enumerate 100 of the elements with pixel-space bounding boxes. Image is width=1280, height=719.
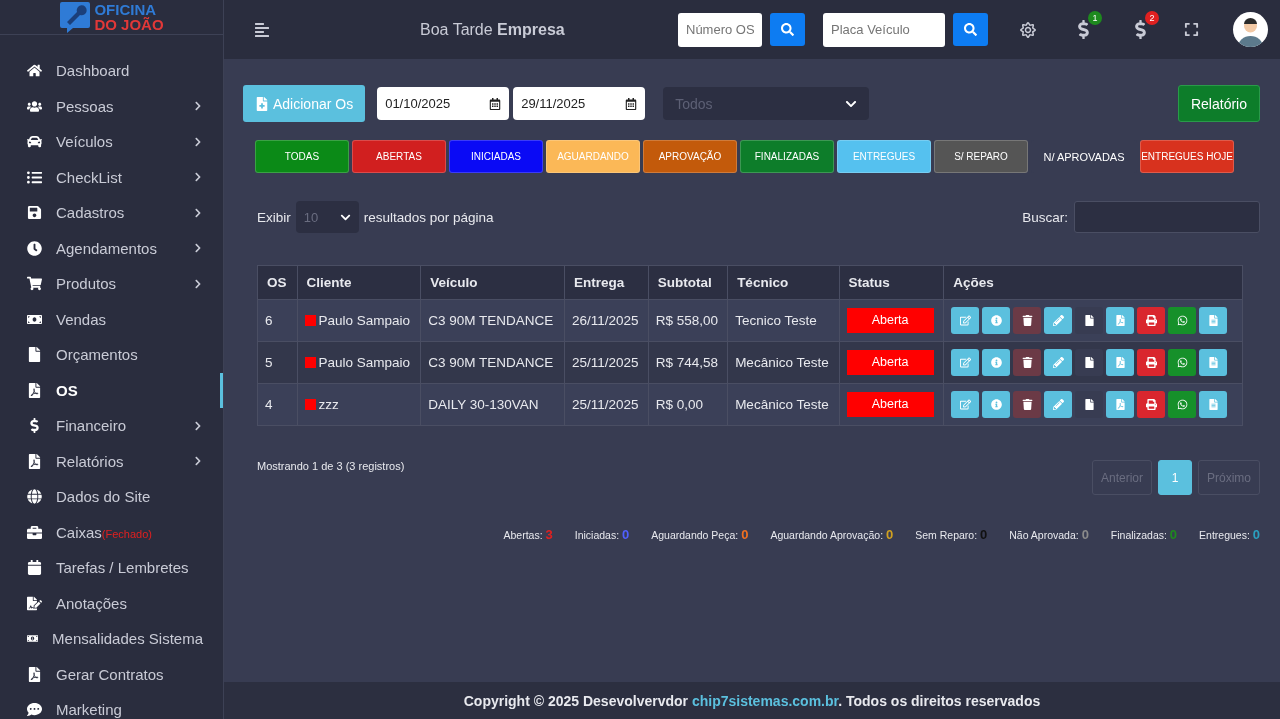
report-button[interactable]: Relatório [1177,85,1260,122]
filter-button[interactable]: APROVAÇÃO [643,140,737,173]
document-button[interactable] [1199,391,1228,418]
trash-icon [1021,399,1033,410]
document-button[interactable] [1199,349,1228,376]
pdf-button[interactable] [1106,349,1135,376]
sidebar-item[interactable]: Anotações [0,585,223,621]
sidebar-item[interactable]: Caixas(Fechado) [0,514,223,550]
pencil-button[interactable] [1044,391,1073,418]
delete-button[interactable] [1013,349,1042,376]
summary-count: Finalizadas: 0 [1110,527,1178,542]
document-button[interactable] [1199,307,1228,334]
edit-icon [959,357,971,368]
file-button[interactable] [1075,349,1104,376]
print-button[interactable] [1137,307,1166,334]
filter-button[interactable]: FINALIZADAS [740,140,834,173]
fullscreen-icon[interactable] [1184,22,1199,37]
print-button[interactable] [1137,391,1166,418]
search-button[interactable] [770,13,805,46]
sidebar-item[interactable]: Veículos [0,124,223,160]
site-link[interactable]: chip7sistemas.com.br [691,692,839,709]
sidebar-item[interactable]: Tarefas / Lembretes [0,550,223,586]
plate-field[interactable]: Placa Veículo [823,12,945,47]
user-avatar[interactable] [1233,12,1268,47]
menu-icon[interactable] [254,21,270,38]
search-icon [781,23,794,36]
os-number-field[interactable]: Número OS [678,12,762,47]
search-icon [964,23,977,36]
column-header[interactable]: Subtotal [648,265,728,300]
sidebar-item[interactable]: Produtos [0,266,223,302]
table-info: Mostrando 1 de 3 (3 registros) [257,460,405,474]
sidebar-item[interactable]: Gerar Contratos [0,656,223,692]
column-header[interactable]: Técnico [727,265,840,300]
date-field[interactable]: 29/11/2025 [513,87,646,120]
signature-file-icon [27,595,42,611]
edit-button[interactable] [951,391,980,418]
status-label: Aberta [846,392,934,417]
column-header[interactable]: Veículo [420,265,565,300]
sidebar-item[interactable]: Pessoas [0,88,223,124]
whatsapp-button[interactable] [1168,307,1197,334]
file-icon [1083,399,1095,410]
pdf-button[interactable] [1106,307,1135,334]
sidebar-item[interactable]: Dados do Site [0,479,223,515]
edit-button[interactable] [951,349,980,376]
column-header[interactable]: Cliente [297,265,421,300]
whatsapp-icon [1176,399,1188,410]
sidebar-item[interactable]: Financeiro [0,408,223,444]
search-field[interactable] [1074,201,1260,233]
column-header[interactable]: OS [257,265,298,300]
sidebar-item[interactable]: Mensalidades Sistema [0,621,223,657]
table-cell: C3 90M TENDANCE [420,341,565,384]
document-icon [1207,315,1219,326]
table-cell: 6 [257,299,298,342]
sidebar-item[interactable]: Relatórios [0,443,223,479]
column-header[interactable]: Status [839,265,944,300]
sidebar-item[interactable]: Vendas [0,301,223,337]
column-header[interactable]: Entrega [564,265,649,300]
file-button[interactable] [1075,307,1104,334]
summary-count: Não Aprovada: 0 [1009,527,1089,542]
print-button[interactable] [1137,349,1166,376]
pdf-button[interactable] [1106,391,1135,418]
floppy-icon [27,205,42,221]
sidebar-item[interactable]: Orçamentos [0,337,223,373]
sidebar-item[interactable]: Dashboard [0,53,223,89]
file-button[interactable] [1075,391,1104,418]
sidebar-item[interactable]: Cadastros [0,195,223,231]
sidebar-item[interactable]: CheckList [0,159,223,195]
filter-button[interactable]: ENTREGUES HOJE [1140,140,1234,173]
info-button[interactable] [982,307,1011,334]
info-button[interactable] [982,391,1011,418]
sidebar-item[interactable]: Agendamentos [0,230,223,266]
filter-button[interactable]: INICIADAS [449,140,543,173]
pencil-button[interactable] [1044,349,1073,376]
briefcase-icon [27,524,42,540]
globe-icon [27,489,42,505]
delete-button[interactable] [1013,391,1042,418]
table-cell: 5 [257,341,298,384]
pencil-button[interactable] [1044,307,1073,334]
file-icon [1083,315,1095,326]
edit-button[interactable] [951,307,980,334]
filter-button[interactable]: S/ REPARO [934,140,1028,173]
column-header[interactable]: Ações [943,265,1243,300]
search-button[interactable] [953,13,988,46]
chat-icon [27,702,42,718]
filter-button[interactable]: ABERTAS [352,140,446,173]
table-cell: Mecânico Teste [727,341,840,384]
delete-button[interactable] [1013,307,1042,334]
print-icon [1145,315,1157,326]
logo-text: DO JOÃO [94,17,164,32]
filter-button[interactable]: TODAS [255,140,349,173]
whatsapp-button[interactable] [1168,349,1197,376]
whatsapp-button[interactable] [1168,391,1197,418]
info-icon [990,399,1002,410]
sidebar-item[interactable]: OS [0,372,223,408]
list-icon [27,169,42,185]
sun-icon[interactable] [1020,21,1036,38]
info-button[interactable] [982,349,1011,376]
table-cell: 26/11/2025 [564,299,649,342]
date-field[interactable]: 01/10/2025 [377,87,510,120]
sidebar-item[interactable]: Marketing [0,692,223,719]
